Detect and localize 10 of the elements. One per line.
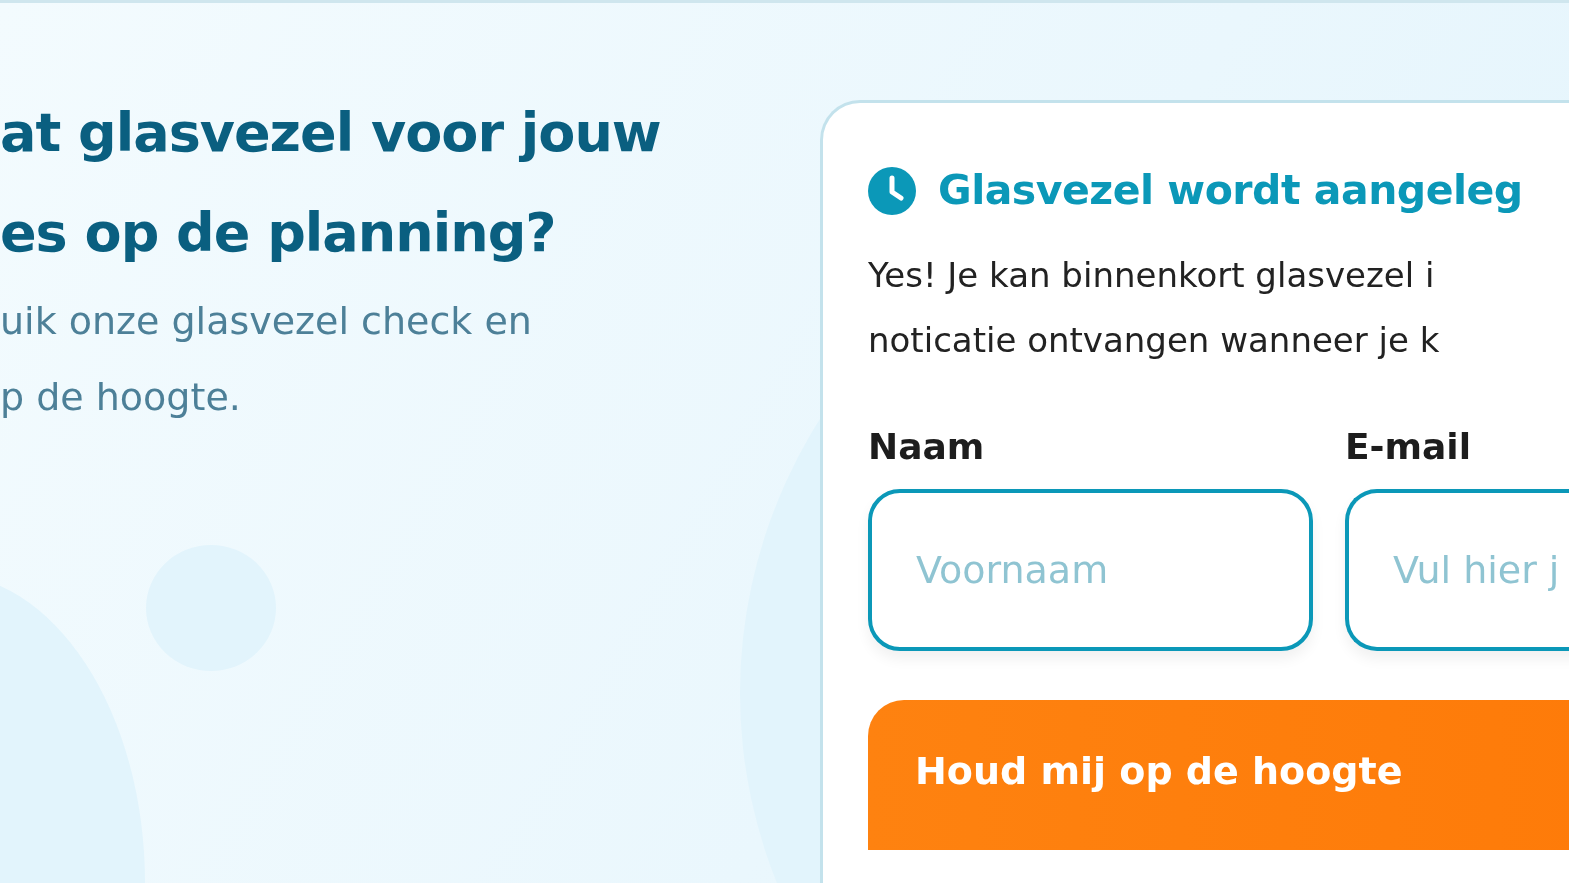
field-label: E-mail <box>1345 425 1473 469</box>
input-field[interactable]: Vul hier j <box>1345 489 1569 651</box>
input-field[interactable]: Voornaam <box>868 489 1313 651</box>
field-label: Naam <box>868 425 986 469</box>
hero-intro-text: uik onze glasvezel check en p de hoogte. <box>0 298 533 421</box>
notify-button[interactable]: Houd mij op de hoogte <box>868 700 1569 850</box>
hero-heading: at glasvezel voor jouw es op de planning? <box>0 100 662 266</box>
card-text: Yes! Je kan binnenkort glasvezel i noticatie ontvangen wanneer je k <box>868 254 1441 362</box>
card-title: Glasvezel wordt aangeleg <box>938 166 1523 216</box>
clock-icon <box>868 167 916 215</box>
